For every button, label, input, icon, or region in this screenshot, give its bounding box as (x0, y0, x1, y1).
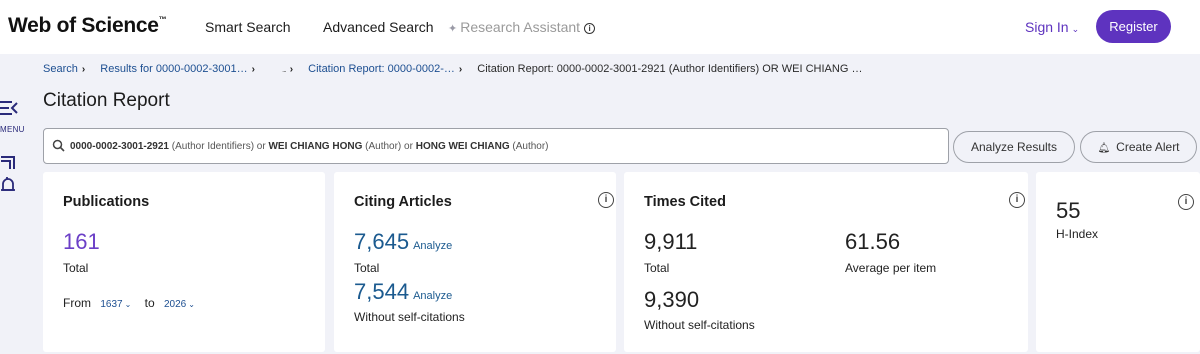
query-display[interactable]: 0000-0002-3001-2921 (Author Identifiers)… (43, 128, 949, 164)
to-year-select[interactable]: 2026 ⌄ (164, 299, 195, 310)
from-year-select[interactable]: 1637 ⌄ (100, 299, 131, 310)
search-icon (52, 139, 65, 152)
info-icon[interactable]: i (584, 23, 596, 34)
sign-in-menu[interactable]: Sign In ⌄ (1025, 19, 1079, 35)
chevron-right-icon: › (81, 64, 86, 75)
analyze-results-button[interactable]: Analyze Results (953, 131, 1075, 163)
marked-list-icon[interactable] (0, 156, 16, 170)
register-button[interactable]: Register (1096, 10, 1171, 43)
bell-icon[interactable] (0, 176, 16, 196)
left-rail: MENU (0, 54, 26, 354)
citing-articles-without-self: 7,544 Analyze (354, 279, 453, 304)
chevron-down-icon: ⌄ (1071, 24, 1080, 34)
times-cited-total-label: Total (644, 261, 670, 275)
citing-articles-title: Citing Articles (354, 194, 452, 210)
brand-logo[interactable]: Web of Science™ (8, 14, 167, 38)
citing-articles-without-self-label: Without self-citations (354, 310, 465, 324)
times-cited-title: Times Cited (644, 194, 726, 210)
h-index-label: H-Index (1056, 227, 1099, 241)
chevron-right-icon: › (458, 64, 463, 75)
publications-card: Publications 161 Total From 1637 ⌄ to 202… (43, 172, 325, 352)
breadcrumb-search[interactable]: Search (43, 63, 78, 75)
breadcrumb-current: Citation Report: 0000-0002-3001-2921 (Au… (477, 63, 863, 75)
top-navigation: Web of Science™ Smart Search Advanced Se… (0, 0, 1200, 54)
average-per-item-label: Average per item (845, 261, 937, 275)
query-text: 0000-0002-3001-2921 (Author Identifiers)… (70, 141, 549, 152)
h-index-value: 55 (1056, 198, 1081, 223)
breadcrumb-results[interactable]: Results for 0000-0002-3001… (100, 63, 247, 75)
menu-collapse-icon[interactable] (0, 100, 18, 116)
analyze-link[interactable]: Analyze (413, 290, 452, 302)
research-assistant-link[interactable]: ✦ Research Assistant i (448, 19, 596, 35)
breadcrumb: Search › Results for 0000-0002-3001… › ...… (43, 63, 862, 75)
info-icon[interactable]: i (1009, 192, 1025, 208)
chevron-right-icon: › (289, 64, 294, 75)
publications-total: 161 (63, 229, 100, 254)
chevron-down-icon: ⌄ (124, 300, 132, 309)
citing-articles-total: 7,645 Analyze (354, 229, 453, 254)
analyze-link[interactable]: Analyze (413, 240, 452, 252)
menu-label: MENU (0, 125, 25, 134)
advanced-search-link[interactable]: Advanced Search (323, 19, 434, 35)
publications-total-label: Total (63, 261, 89, 275)
chevron-right-icon: › (251, 64, 255, 75)
citing-articles-card: Citing Articles i 7,645 Analyze Total 7,5… (334, 172, 616, 352)
info-icon[interactable]: i (598, 192, 614, 208)
times-cited-without-self-label: Without self-citations (644, 318, 755, 332)
to-label: to (144, 296, 155, 310)
breadcrumb-ellipsis[interactable]: ... (282, 65, 287, 74)
chevron-down-icon: ⌄ (188, 300, 195, 309)
publications-title: Publications (63, 194, 150, 210)
average-per-item: 61.56 (845, 229, 901, 254)
sparkle-icon: ✦ (448, 23, 458, 35)
times-cited-total: 9,911 (644, 229, 698, 254)
citing-articles-total-label: Total (354, 261, 380, 275)
info-icon[interactable]: i (1178, 194, 1194, 210)
times-cited-without-self: 9,390 (644, 287, 700, 312)
from-label: From (63, 296, 91, 310)
smart-search-link[interactable]: Smart Search (205, 19, 291, 35)
breadcrumb-citation-report[interactable]: Citation Report: 0000-0002-… (308, 63, 455, 75)
create-alert-button[interactable]: 🔔︎ Create Alert (1080, 131, 1197, 163)
bell-icon: 🔔︎ (1097, 143, 1111, 154)
page-title: Citation Report (43, 90, 170, 111)
year-range: From 1637 ⌄ to 2026 ⌄ (63, 296, 195, 310)
h-index-card: 55 H-Index i (1036, 172, 1200, 352)
times-cited-card: Times Cited i 9,911 Total 61.56 Average … (624, 172, 1028, 352)
